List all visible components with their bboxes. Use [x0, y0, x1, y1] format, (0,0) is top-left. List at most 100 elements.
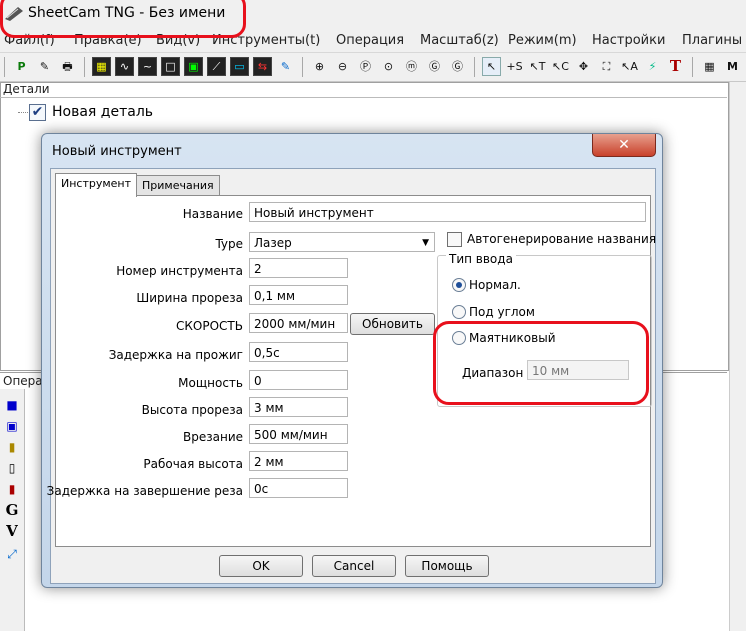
- end-delay-label: Задержка на завершение реза: [46, 484, 243, 498]
- measure-icon[interactable]: ⤢: [4, 546, 20, 562]
- m-icon[interactable]: M: [723, 57, 742, 76]
- zoom-all-icon[interactable]: Ⓖ: [425, 57, 444, 76]
- menu-plugins[interactable]: Плагины: [682, 33, 742, 48]
- op-tool-4-icon[interactable]: ▯: [4, 460, 20, 476]
- zoom-in-icon[interactable]: ⊕: [310, 57, 329, 76]
- part-icon[interactable]: P: [12, 57, 31, 76]
- end-delay-input[interactable]: 0с: [249, 478, 348, 498]
- crop-icon[interactable]: ⛶: [597, 57, 616, 76]
- name-label: Название: [182, 207, 243, 221]
- radio-angle-label: Под углом: [469, 305, 535, 319]
- cut-height-input[interactable]: 3 мм: [249, 397, 348, 417]
- add-start-icon[interactable]: +S: [505, 57, 524, 76]
- operations-toolstrip: ■ ▣ ▮ ▯ ▮ G V ⤢: [0, 389, 25, 631]
- tab-tool[interactable]: Инструмент: [55, 173, 138, 197]
- radio-angle[interactable]: [452, 305, 466, 319]
- v-carve-icon[interactable]: V: [4, 523, 20, 539]
- tab-notes[interactable]: Примечания: [136, 175, 220, 196]
- menu-bar: Файл(f) Правка(e) Вид(v) Инструменты(t) …: [0, 30, 746, 53]
- update-button[interactable]: Обновить: [350, 313, 435, 335]
- menu-zoom[interactable]: Масштаб(z): [420, 33, 499, 48]
- dialog-title: Новый инструмент: [52, 144, 182, 159]
- gcode-icon[interactable]: G: [4, 502, 20, 518]
- autogen-checkbox[interactable]: [447, 232, 462, 247]
- tool-number-input[interactable]: 2: [249, 258, 348, 278]
- rect-icon[interactable]: ▭: [230, 57, 249, 76]
- op-tool-5-icon[interactable]: ▮: [4, 481, 20, 497]
- contour-icon[interactable]: □: [161, 57, 180, 76]
- operations-panel-title: Опера: [3, 374, 43, 388]
- toolbar-separator: [302, 57, 303, 77]
- path-icon[interactable]: ∿: [115, 57, 134, 76]
- wave-icon[interactable]: ~: [138, 57, 157, 76]
- speed-label: СКОРОСТЬ: [176, 319, 243, 333]
- title-bar: SheetCam TNG - Без имени: [0, 0, 746, 30]
- range-input[interactable]: 10 мм: [527, 360, 629, 380]
- help-button[interactable]: Помощь: [405, 555, 489, 577]
- menu-view[interactable]: Вид(v): [156, 33, 200, 48]
- text-icon[interactable]: T: [666, 57, 685, 76]
- tree-item-label[interactable]: Новая деталь: [52, 104, 153, 120]
- menu-settings[interactable]: Настройки: [592, 33, 665, 48]
- select-area-icon[interactable]: ↖A: [620, 57, 639, 76]
- zoom-out-icon[interactable]: ⊖: [333, 57, 352, 76]
- range-label: Диапазон: [462, 366, 524, 380]
- calculator-icon[interactable]: ▦: [700, 57, 719, 76]
- zoom-part-icon[interactable]: Ⓖ: [448, 57, 467, 76]
- pen-icon[interactable]: ✎: [276, 57, 295, 76]
- lightning-icon[interactable]: ⚡: [643, 57, 662, 76]
- chevron-down-icon: ▼: [422, 238, 429, 248]
- pierce-delay-label: Задержка на прожиг: [108, 348, 243, 362]
- select-text-icon[interactable]: ↖T: [528, 57, 547, 76]
- line-icon[interactable]: ⟋: [207, 57, 226, 76]
- edit-icon[interactable]: ✎: [35, 57, 54, 76]
- type-select[interactable]: Лазер ▼: [249, 232, 435, 252]
- window-title: SheetCam TNG - Без имени: [28, 5, 226, 21]
- plunge-input[interactable]: 500 мм/мин: [249, 424, 348, 444]
- zoom-fit-icon[interactable]: ⊙: [379, 57, 398, 76]
- menu-mode[interactable]: Режим(m): [508, 33, 577, 48]
- type-label: Type: [215, 237, 243, 251]
- menu-edit[interactable]: Правка(e): [74, 33, 142, 48]
- select-cursor-icon[interactable]: ↖: [482, 57, 501, 76]
- drawing-icon[interactable]: ▦: [92, 57, 111, 76]
- toolbar-separator: [692, 57, 693, 77]
- zoom-page-icon[interactable]: Ⓟ: [356, 57, 375, 76]
- plunge-label: Врезание: [183, 430, 243, 444]
- details-panel-title: Детали: [3, 82, 50, 96]
- offset-icon[interactable]: ▣: [184, 57, 203, 76]
- print-icon[interactable]: 🖶: [58, 57, 77, 76]
- radio-pendulum[interactable]: [452, 331, 466, 345]
- close-icon[interactable]: ✕: [592, 134, 656, 157]
- entry-type-title: Тип ввода: [446, 252, 516, 266]
- app-logo-icon: [4, 5, 24, 21]
- menu-tools[interactable]: Инструменты(t): [212, 33, 320, 48]
- name-input[interactable]: Новый инструмент: [249, 202, 646, 222]
- radio-normal[interactable]: [452, 278, 466, 292]
- cancel-button[interactable]: Cancel: [312, 555, 396, 577]
- menu-file[interactable]: Файл(f): [4, 33, 55, 48]
- work-height-input[interactable]: 2 мм: [249, 451, 348, 471]
- power-input[interactable]: 0: [249, 370, 348, 390]
- select-contour-icon[interactable]: ↖C: [551, 57, 570, 76]
- op-tool-2-icon[interactable]: ▣: [4, 418, 20, 434]
- right-scrollbar[interactable]: [729, 82, 746, 631]
- move-icon[interactable]: ⇆: [253, 57, 272, 76]
- toolbar-separator: [84, 57, 85, 77]
- type-select-value: Лазер: [254, 236, 292, 250]
- cut-height-label: Высота прореза: [141, 403, 243, 417]
- op-tool-1-icon[interactable]: ■: [4, 397, 20, 413]
- pierce-delay-input[interactable]: 0,5с: [249, 342, 348, 362]
- op-tool-3-icon[interactable]: ▮: [4, 439, 20, 455]
- ok-button[interactable]: OK: [219, 555, 303, 577]
- radio-normal-label: Нормал.: [469, 278, 521, 292]
- toolbar-separator: [4, 57, 5, 77]
- menu-operation[interactable]: Операция: [336, 33, 404, 48]
- autogen-label: Автогенерирование названия: [467, 232, 657, 246]
- zoom-selection-icon[interactable]: ⓜ: [402, 57, 421, 76]
- kerf-width-input[interactable]: 0,1 мм: [249, 285, 348, 305]
- tree-item-checkbox[interactable]: ✔: [29, 104, 46, 121]
- pan-icon[interactable]: ✥: [574, 57, 593, 76]
- speed-input[interactable]: 2000 мм/мин: [249, 313, 348, 333]
- kerf-width-label: Ширина прореза: [136, 291, 243, 305]
